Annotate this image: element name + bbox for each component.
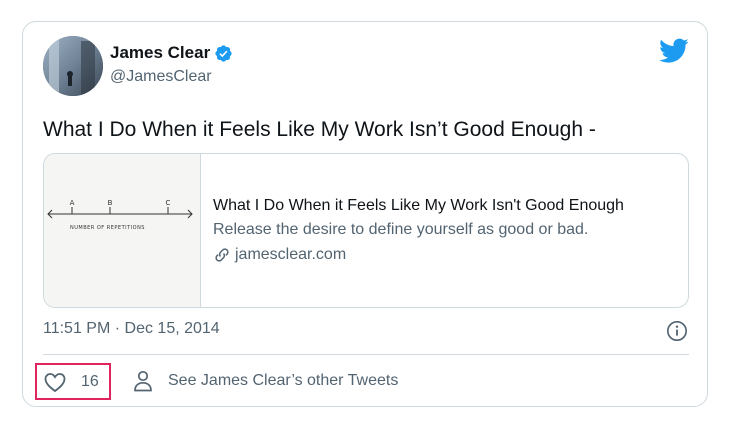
verified-badge-icon — [215, 44, 232, 62]
tweet-text: What I Do When it Feels Like My Work Isn… — [43, 118, 596, 141]
link-description: Release the desire to define yourself as… — [213, 221, 589, 238]
thumbnail-mark-b: B — [108, 199, 113, 207]
tweet-card: James Clear @JamesClear What I Do When i… — [22, 21, 708, 407]
link-thumbnail: A B C NUMBER OF REPETITIONS — [44, 154, 201, 307]
link-preview-card[interactable]: A B C NUMBER OF REPETITIONS What I Do Wh… — [43, 153, 689, 308]
link-info: What I Do When it Feels Like My Work Isn… — [201, 154, 688, 307]
other-tweets-link[interactable]: See James Clear’s other Tweets — [133, 370, 398, 392]
tweet-timestamp[interactable]: 11:51 PM · Dec 15, 2014 — [43, 320, 220, 338]
link-title[interactable]: What I Do When it Feels Like My Work Isn… — [213, 194, 688, 218]
link-icon — [215, 248, 229, 262]
link-domain-row: jamesclear.com — [213, 242, 688, 268]
like-action[interactable]: 16 — [35, 363, 111, 400]
other-tweets-label[interactable]: See James Clear’s other Tweets — [168, 372, 398, 390]
thumbnail-caption: NUMBER OF REPETITIONS — [70, 225, 145, 231]
like-count[interactable]: 16 — [81, 373, 99, 391]
author-name-row: James Clear — [110, 43, 233, 63]
thumbnail-mark-a: A — [70, 199, 75, 207]
thumbnail-mark-c: C — [166, 199, 171, 207]
heart-icon[interactable] — [43, 371, 67, 393]
divider — [43, 354, 689, 355]
author-name[interactable]: James Clear — [110, 43, 210, 63]
link-domain[interactable]: jamesclear.com — [235, 242, 346, 268]
twitter-bird-icon[interactable] — [659, 38, 689, 64]
avatar-image — [43, 36, 103, 96]
thumbnail-drawing: A B C NUMBER OF REPETITIONS — [47, 199, 193, 231]
person-icon — [134, 370, 152, 392]
avatar[interactable] — [43, 36, 103, 96]
author-handle[interactable]: @JamesClear — [110, 68, 212, 86]
info-icon[interactable] — [666, 320, 688, 342]
